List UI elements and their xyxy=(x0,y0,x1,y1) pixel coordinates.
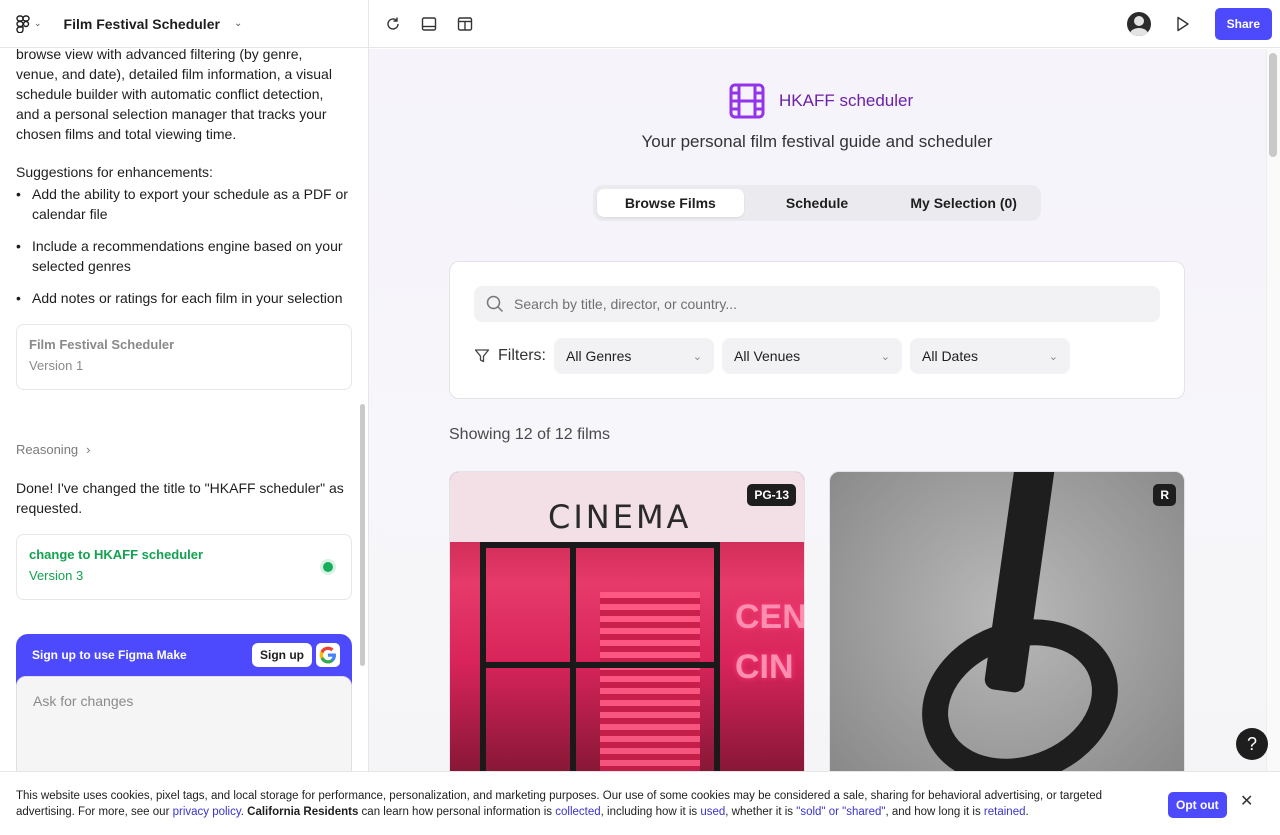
genre-select-value: All Genres xyxy=(566,348,632,364)
film-card[interactable]: CINEMA CEN CIN PG-13 xyxy=(449,471,805,771)
google-icon xyxy=(319,646,336,664)
filters-label: Filters: xyxy=(498,347,546,364)
date-select[interactable]: All Dates ⌄ xyxy=(910,338,1070,374)
play-icon[interactable] xyxy=(1171,12,1195,36)
poster-frame xyxy=(480,542,720,771)
suggestions-title: Suggestions for enhancements: xyxy=(16,164,213,180)
signup-button[interactable]: Sign up xyxy=(252,643,312,667)
refresh-icon[interactable] xyxy=(381,12,405,36)
date-select-value: All Dates xyxy=(922,348,979,364)
suggestion-item: Add the ability to export your schedule … xyxy=(16,184,356,224)
poster-sign-text: CINEMA xyxy=(548,498,692,536)
preview-scrollbar[interactable] xyxy=(1269,53,1277,157)
chat-panel: ⌄ Film Festival Scheduler ⌄ browse view … xyxy=(0,0,369,835)
layout-preview-icon[interactable] xyxy=(417,12,441,36)
film-reel-shape xyxy=(898,592,1142,771)
app-title: HKAFF scheduler xyxy=(779,91,914,110)
rating-badge: R xyxy=(1153,484,1176,506)
poster-mullion xyxy=(480,662,720,668)
venue-select-value: All Venues xyxy=(734,348,801,364)
filters-label-group: Filters: xyxy=(474,347,546,365)
cookie-text-part: . xyxy=(1025,806,1029,818)
ask-for-changes-input[interactable]: Ask for changes xyxy=(16,676,352,776)
suggestion-item: Include a recommendations engine based o… xyxy=(16,236,356,276)
chevron-down-icon: ⌄ xyxy=(880,350,890,363)
version-card-3[interactable]: change to HKAFF scheduler Version 3 xyxy=(16,534,352,600)
assistant-message-done: Done! I've changed the title to "HKAFF s… xyxy=(16,480,344,516)
chat-scrollbar[interactable] xyxy=(360,404,365,666)
layout-split-icon[interactable] xyxy=(453,12,477,36)
app-preview: HKAFF scheduler Your personal film festi… xyxy=(369,49,1280,771)
filter-icon xyxy=(474,349,490,363)
tab-schedule[interactable]: Schedule xyxy=(744,189,891,217)
search-icon xyxy=(486,295,504,313)
version-card-title: change to HKAFF scheduler xyxy=(29,547,204,562)
cookie-text-part: can learn how personal information is xyxy=(358,806,556,818)
assistant-message-intro: browse view with advanced filtering (by … xyxy=(16,48,332,142)
collected-link[interactable]: collected xyxy=(555,806,600,818)
project-title[interactable]: Film Festival Scheduler xyxy=(64,16,220,32)
close-icon[interactable]: ✕ xyxy=(1240,794,1253,810)
filter-panel: Search by title, director, or country...… xyxy=(449,261,1185,399)
share-button[interactable]: Share xyxy=(1214,7,1272,40)
figma-logo-icon xyxy=(16,14,30,33)
view-tabs: Browse Films Schedule My Selection (0) xyxy=(593,185,1041,221)
version-card-title: Film Festival Scheduler xyxy=(29,337,175,352)
user-avatar[interactable] xyxy=(1126,11,1151,36)
results-count: Showing 12 of 12 films xyxy=(449,426,610,443)
privacy-policy-link[interactable]: privacy policy xyxy=(173,806,241,818)
tab-my-selection[interactable]: My Selection (0) xyxy=(890,189,1037,217)
cookie-text-part: , and how long it is xyxy=(885,806,984,818)
venue-select[interactable]: All Venues ⌄ xyxy=(722,338,902,374)
cookie-text-part: , including how it is xyxy=(600,806,701,818)
help-button[interactable]: ? xyxy=(1236,728,1268,760)
chevron-right-icon: › xyxy=(86,442,91,457)
film-icon xyxy=(729,83,765,119)
signup-banner: Sign up to use Figma Make Sign up Ask fo… xyxy=(16,634,352,776)
reasoning-label: Reasoning xyxy=(16,442,79,457)
california-residents-label: California Residents xyxy=(247,806,359,818)
film-card[interactable]: R xyxy=(829,471,1185,771)
google-signin-button[interactable] xyxy=(316,643,340,667)
chevron-down-icon: ⌄ xyxy=(1048,350,1058,363)
suggestions-list: Add the ability to export your schedule … xyxy=(16,184,356,320)
cookie-text-part: , whether it is xyxy=(725,806,797,818)
search-placeholder: Search by title, director, or country... xyxy=(514,296,738,312)
used-link[interactable]: used xyxy=(700,806,725,818)
figma-menu-button[interactable]: ⌄ xyxy=(16,14,42,33)
poster-neon: CEN CIN xyxy=(735,598,805,686)
suggestion-item: Add notes or ratings for each film in yo… xyxy=(16,288,356,308)
active-version-indicator xyxy=(323,562,333,572)
reasoning-toggle[interactable]: Reasoning › xyxy=(16,442,91,457)
project-menu-chevron-icon[interactable]: ⌄ xyxy=(234,18,242,29)
chevron-down-icon: ⌄ xyxy=(692,350,702,363)
filters-row: Filters: All Genres ⌄ All Venues ⌄ All D… xyxy=(474,338,1070,374)
signup-prompt: Sign up to use Figma Make xyxy=(32,648,187,662)
sold-shared-link[interactable]: "sold" or "shared" xyxy=(796,806,885,818)
opt-out-button[interactable]: Opt out xyxy=(1168,792,1227,818)
rating-badge: PG-13 xyxy=(747,484,796,506)
app-header: HKAFF scheduler xyxy=(729,83,913,119)
poster-mullion xyxy=(570,542,576,771)
preview-scroll-track xyxy=(1266,49,1280,771)
version-card-version: Version 1 xyxy=(29,358,84,373)
cookie-text: This website uses cookies, pixel tags, a… xyxy=(16,788,1136,820)
chat-panel-header: ⌄ Film Festival Scheduler ⌄ xyxy=(0,0,368,48)
retained-link[interactable]: retained xyxy=(984,806,1026,818)
chevron-down-icon: ⌄ xyxy=(34,18,42,28)
genre-select[interactable]: All Genres ⌄ xyxy=(554,338,714,374)
tab-browse-films[interactable]: Browse Films xyxy=(597,189,744,217)
search-input[interactable]: Search by title, director, or country... xyxy=(474,286,1160,322)
version-card-version: Version 3 xyxy=(29,568,84,583)
app-subtitle: Your personal film festival guide and sc… xyxy=(641,132,993,151)
cookie-banner: This website uses cookies, pixel tags, a… xyxy=(0,771,1280,835)
version-card-1[interactable]: Film Festival Scheduler Version 1 xyxy=(16,324,352,390)
preview-toolbar: Share xyxy=(369,0,1280,48)
